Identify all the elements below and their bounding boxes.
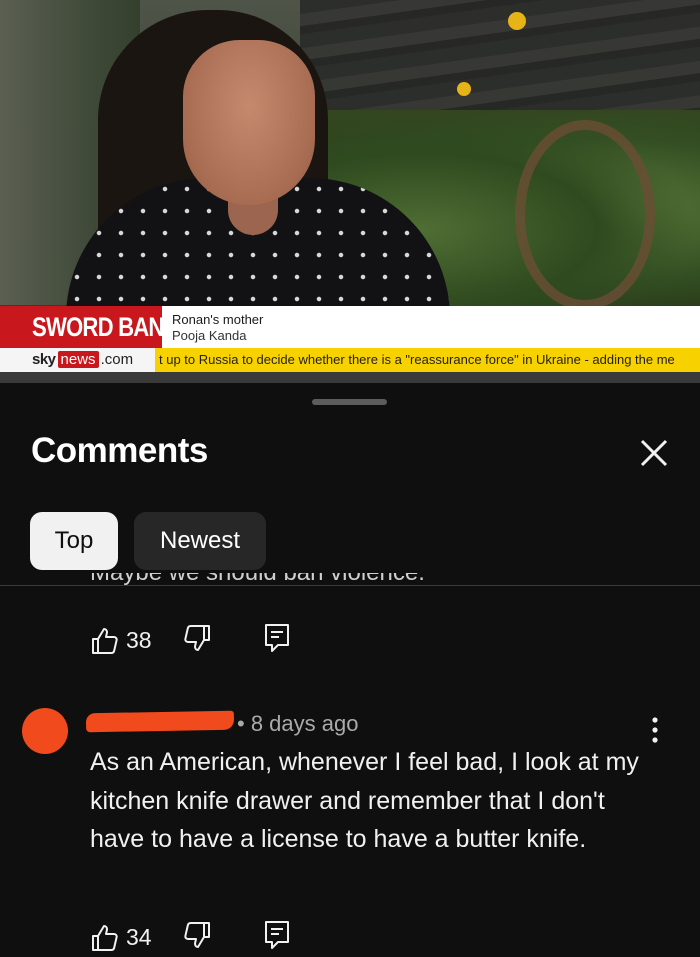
headline-text: SWORD BAN bbox=[32, 312, 164, 342]
close-icon bbox=[640, 439, 668, 467]
ticker-bar: sky news .com t up to Russia to decide whe… bbox=[0, 348, 700, 372]
like-button[interactable]: 38 bbox=[90, 626, 152, 656]
ticker-text: t up to Russia to decide whether there i… bbox=[159, 352, 675, 367]
daffodil-flower bbox=[457, 82, 471, 96]
tab-top-label: Top bbox=[54, 527, 94, 554]
person-face bbox=[183, 40, 315, 205]
name-caption: Ronan's mother Pooja Kanda bbox=[162, 306, 700, 348]
like-count: 38 bbox=[126, 627, 152, 653]
more-vert-icon bbox=[652, 717, 658, 743]
caption-name: Pooja Kanda bbox=[172, 328, 247, 343]
video-progress-area bbox=[0, 372, 700, 383]
logo-com: .com bbox=[100, 351, 134, 368]
comment-actions: 34 bbox=[90, 920, 290, 955]
drag-handle[interactable] bbox=[312, 399, 387, 405]
thumbs-down-icon bbox=[183, 625, 210, 651]
like-count: 34 bbox=[126, 924, 152, 950]
headline-banner: SWORD BAN bbox=[0, 306, 164, 348]
logo-news: news bbox=[57, 351, 99, 368]
comments-panel: Comments Top Newest Maybe we should ban … bbox=[0, 383, 700, 957]
thumbs-up-icon bbox=[92, 924, 118, 951]
thumbs-down-icon bbox=[183, 922, 210, 948]
thumbs-up-icon bbox=[92, 627, 118, 654]
reply-button[interactable] bbox=[264, 623, 290, 658]
reply-icon bbox=[264, 624, 289, 652]
panel-title: Comments bbox=[31, 431, 208, 470]
tab-newest[interactable]: Newest bbox=[134, 512, 266, 570]
comment-timestamp: • 8 days ago bbox=[237, 711, 359, 736]
wicker-wreath bbox=[515, 120, 655, 310]
avatar[interactable] bbox=[22, 708, 68, 754]
news-ticker: t up to Russia to decide whether there i… bbox=[155, 348, 700, 372]
tab-top[interactable]: Top bbox=[30, 512, 118, 570]
reply-button[interactable] bbox=[264, 920, 290, 955]
daffodil-flower bbox=[508, 12, 526, 30]
more-options-button[interactable] bbox=[640, 715, 670, 745]
logo-sky: sky bbox=[32, 351, 56, 368]
header-divider bbox=[0, 585, 700, 586]
dislike-button[interactable] bbox=[182, 623, 212, 658]
comment-actions: 38 bbox=[90, 623, 290, 658]
sky-news-logo: sky news .com bbox=[32, 351, 133, 368]
tab-newest-label: Newest bbox=[159, 527, 241, 554]
video-player[interactable]: SWORD BAN Ronan's mother Pooja Kanda sky… bbox=[0, 0, 700, 383]
close-button[interactable] bbox=[632, 431, 676, 475]
comment-text: As an American, whenever I feel bad, I l… bbox=[90, 748, 639, 853]
reply-icon bbox=[264, 921, 289, 949]
dislike-button[interactable] bbox=[182, 920, 212, 955]
redacted-username bbox=[85, 710, 235, 733]
like-button[interactable]: 34 bbox=[90, 923, 152, 953]
caption-title: Ronan's mother bbox=[172, 312, 264, 327]
